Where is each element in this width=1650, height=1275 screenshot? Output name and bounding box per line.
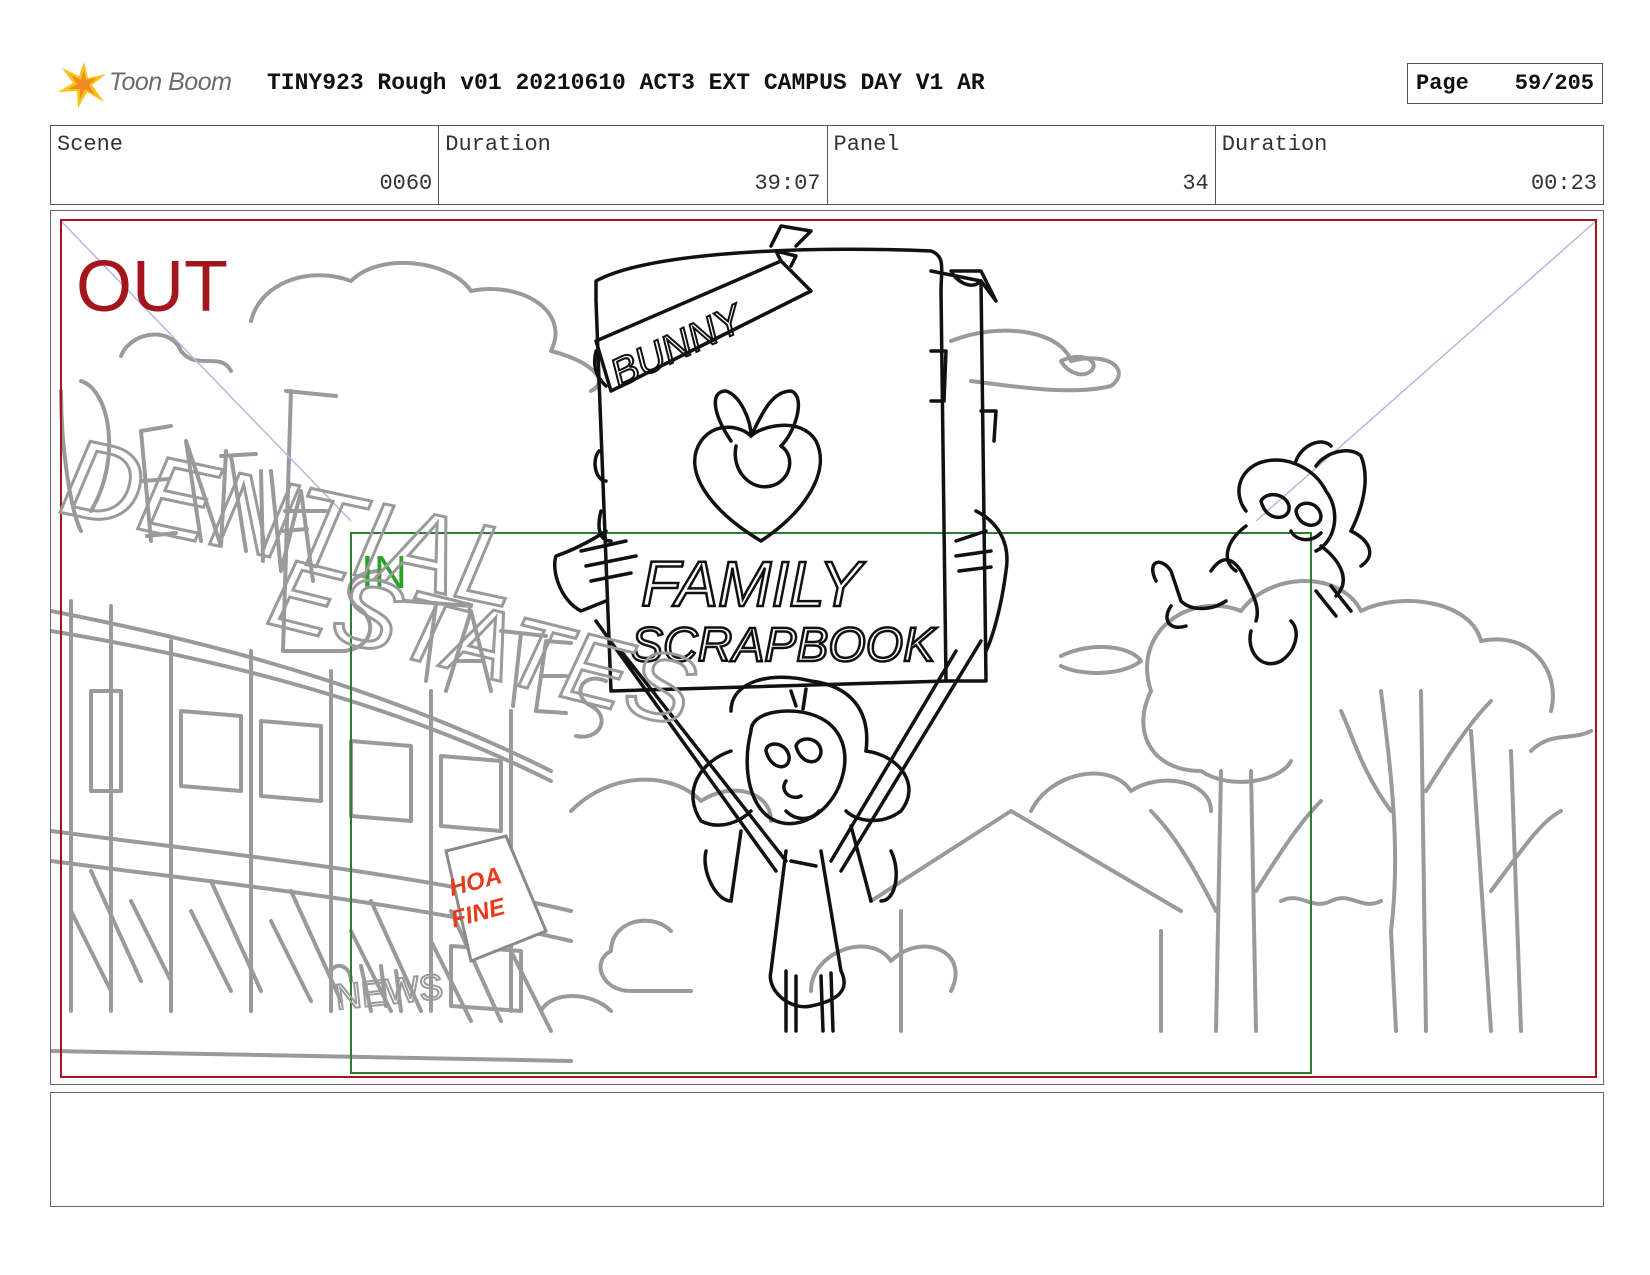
panel-duration-label: Duration <box>1221 132 1328 157</box>
scene-value: 0060 <box>379 171 433 196</box>
scene-duration-cell: Duration 39:07 <box>439 126 828 204</box>
scene-label: Scene <box>57 132 124 157</box>
starburst-icon <box>58 62 106 108</box>
panel-cell: Panel 34 <box>828 126 1216 204</box>
logo-wordmark: Toon Boom <box>109 68 232 96</box>
out-label: OUT <box>76 247 228 327</box>
page-number: 59/205 <box>1514 71 1594 96</box>
panel-notes-box <box>50 1092 1604 1207</box>
page-label: Page <box>1416 71 1469 96</box>
panel-duration-cell: Duration 00:23 <box>1216 126 1603 204</box>
sign-banner-text: BUNNY <box>604 296 753 396</box>
panel-drawing: OUT IN HOA FINE BUNNY FAMILY SCRAPBOOK D… <box>51 219 1597 1078</box>
storyboard-panel: OUT IN HOA FINE BUNNY FAMILY SCRAPBOOK D… <box>50 210 1604 1085</box>
document-title: TINY923 Rough v01 20210610 ACT3 EXT CAMP… <box>267 70 985 96</box>
page-indicator: Page 59/205 <box>1407 63 1603 104</box>
scene-cell: Scene 0060 <box>51 126 440 204</box>
toon-boom-logo: Toon Boom <box>54 58 254 110</box>
panel-info-row: Scene 0060 Duration 39:07 Panel 34 Durat… <box>50 125 1604 205</box>
sign-line-1: FAMILY <box>641 548 866 620</box>
hoa-fine-poster: HOA FINE <box>444 834 548 964</box>
scene-duration-label: Duration <box>445 132 551 157</box>
panel-value: 34 <box>1182 171 1209 196</box>
panel-duration-value: 00:23 <box>1530 171 1597 196</box>
scene-duration-value: 39:07 <box>754 171 821 196</box>
panel-label: Panel <box>833 132 900 157</box>
